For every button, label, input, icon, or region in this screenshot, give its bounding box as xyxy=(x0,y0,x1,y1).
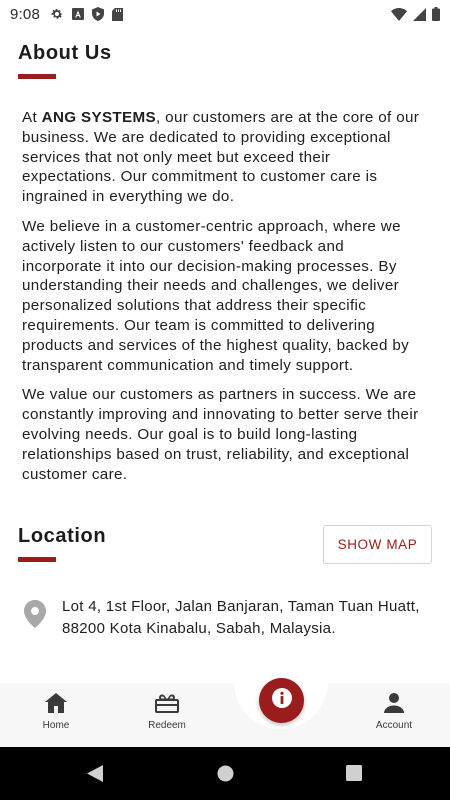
info-icon xyxy=(271,687,293,714)
cell-signal-icon xyxy=(413,7,426,21)
nav-item-redeem[interactable]: Redeem xyxy=(145,693,189,731)
nav-item-account[interactable]: Account xyxy=(372,693,416,731)
location-title-underline xyxy=(18,557,56,562)
address-line-1: Lot 4, 1st Floor, Jalan Banjaran, Taman … xyxy=(62,598,420,615)
nav-label-home: Home xyxy=(42,720,70,731)
about-body: At ANG SYSTEMS, our customers are at the… xyxy=(22,108,427,494)
about-paragraph-1-prefix: At xyxy=(22,109,42,126)
nav-label-account: Account xyxy=(375,720,413,731)
nav-label-redeem: Redeem xyxy=(148,720,186,731)
location-title: Location xyxy=(18,525,107,547)
status-icons-right xyxy=(391,7,440,21)
about-paragraph-3: We value our customers as partners in su… xyxy=(22,386,419,483)
location-address-row: Lot 4, 1st Floor, Jalan Banjaran, Taman … xyxy=(24,596,434,640)
shield-play-icon xyxy=(92,7,104,21)
status-time: 9:08 xyxy=(10,5,40,23)
address-line-2: 88200 Kota Kinabalu, Sabah, Malaysia. xyxy=(62,620,336,637)
status-icons-left xyxy=(50,7,123,21)
back-triangle-icon[interactable] xyxy=(87,765,103,787)
battery-icon xyxy=(432,7,440,21)
status-bar: 9:08 xyxy=(0,0,450,28)
location-address: Lot 4, 1st Floor, Jalan Banjaran, Taman … xyxy=(62,596,420,640)
about-title-underline xyxy=(18,74,56,79)
gear-icon xyxy=(50,7,64,21)
info-fab-button[interactable] xyxy=(259,678,304,723)
about-paragraph-2: We believe in a customer-centric approac… xyxy=(22,217,410,374)
location-pin-icon xyxy=(24,600,50,640)
nav-item-home[interactable]: Home xyxy=(37,693,75,731)
gift-icon xyxy=(155,693,179,718)
show-map-button[interactable]: SHOW MAP xyxy=(323,525,432,564)
company-name: ANG SYSTEMS xyxy=(41,109,157,126)
recents-square-icon[interactable] xyxy=(346,765,362,786)
sd-card-icon xyxy=(112,7,123,21)
about-paragraph-1: At ANG SYSTEMS, our customers are at the… xyxy=(22,108,427,207)
account-icon xyxy=(384,693,404,718)
wifi-icon xyxy=(391,7,407,21)
a-box-icon xyxy=(72,8,84,20)
main-content: About Us At ANG SYSTEMS, our customers a… xyxy=(0,28,450,682)
system-navigation-bar xyxy=(0,747,450,800)
bottom-navigation: Home Redeem Account xyxy=(0,678,450,747)
home-circle-icon[interactable] xyxy=(217,765,234,787)
about-title: About Us xyxy=(18,42,112,64)
home-icon xyxy=(45,693,67,718)
